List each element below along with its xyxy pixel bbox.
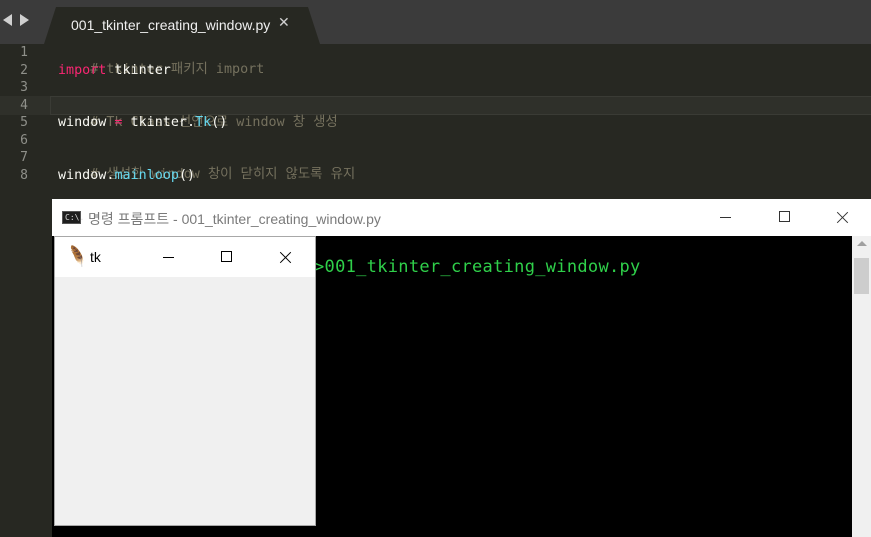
tk-window-body[interactable] <box>55 277 315 525</box>
minimize-icon <box>163 257 174 258</box>
maximize-icon <box>221 251 232 262</box>
code-paren: () <box>178 168 196 183</box>
minimize-button[interactable] <box>140 237 198 277</box>
tk-window-title: tk <box>90 249 101 265</box>
line-number: 7 <box>20 150 28 165</box>
cmd-window-title: 명령 프롬프트 - 001_tkinter_creating_window.py <box>88 211 381 227</box>
terminal-icon-text: C:\. <box>65 213 85 222</box>
feather-icon: 🪶 <box>64 244 90 269</box>
vertical-scrollbar[interactable] <box>852 236 871 537</box>
scroll-thumb[interactable] <box>854 258 869 294</box>
line-number: 4 <box>20 98 28 113</box>
line-number: 5 <box>20 115 28 130</box>
cmd-titlebar[interactable]: C:\. 명령 프롬프트 - 001_tkinter_creating_wind… <box>52 199 871 236</box>
maximize-icon <box>779 211 790 222</box>
nav-back-icon[interactable] <box>3 14 12 26</box>
code-line-8[interactable]: window.mainloop() <box>58 167 195 184</box>
line-number: 1 <box>20 45 28 60</box>
line-number: 2 <box>20 63 28 78</box>
maximize-button[interactable] <box>755 199 813 236</box>
minimize-button[interactable] <box>697 199 755 236</box>
nav-forward-icon[interactable] <box>20 14 29 26</box>
close-icon[interactable]: ✕ <box>278 15 290 31</box>
minimize-icon <box>720 217 731 218</box>
code-keyword: import <box>58 63 107 78</box>
code-variable: window <box>58 115 107 130</box>
code-operator: = <box>106 115 131 130</box>
console-output: >001_tkinter_creating_window.py <box>314 257 641 277</box>
close-button[interactable] <box>813 199 871 236</box>
maximize-button[interactable] <box>198 237 256 277</box>
code-method: mainloop <box>114 168 179 183</box>
code-text: tkinter <box>106 63 171 78</box>
close-button[interactable] <box>256 237 314 277</box>
scroll-up-icon[interactable] <box>857 241 867 246</box>
tab-file[interactable]: 001_tkinter_creating_window.py ✕ <box>44 7 320 44</box>
code-line-2[interactable]: import tkinter <box>58 62 171 79</box>
tab-bar: 001_tkinter_creating_window.py ✕ <box>0 0 871 44</box>
line-number: 3 <box>20 80 28 95</box>
code-class: Tk <box>195 115 212 130</box>
code-module: tkinter. <box>130 115 196 130</box>
terminal-icon: C:\. <box>62 211 85 224</box>
tk-window: 🪶 tk <box>54 236 316 526</box>
line-number: 8 <box>20 168 28 183</box>
tab-label: 001_tkinter_creating_window.py <box>71 17 271 33</box>
code-line-5[interactable]: window = tkinter.Tk() <box>58 114 227 131</box>
code-paren: () <box>211 115 228 130</box>
line-number: 6 <box>20 133 28 148</box>
tk-titlebar[interactable]: 🪶 tk <box>55 237 315 277</box>
code-object: window. <box>58 168 115 183</box>
